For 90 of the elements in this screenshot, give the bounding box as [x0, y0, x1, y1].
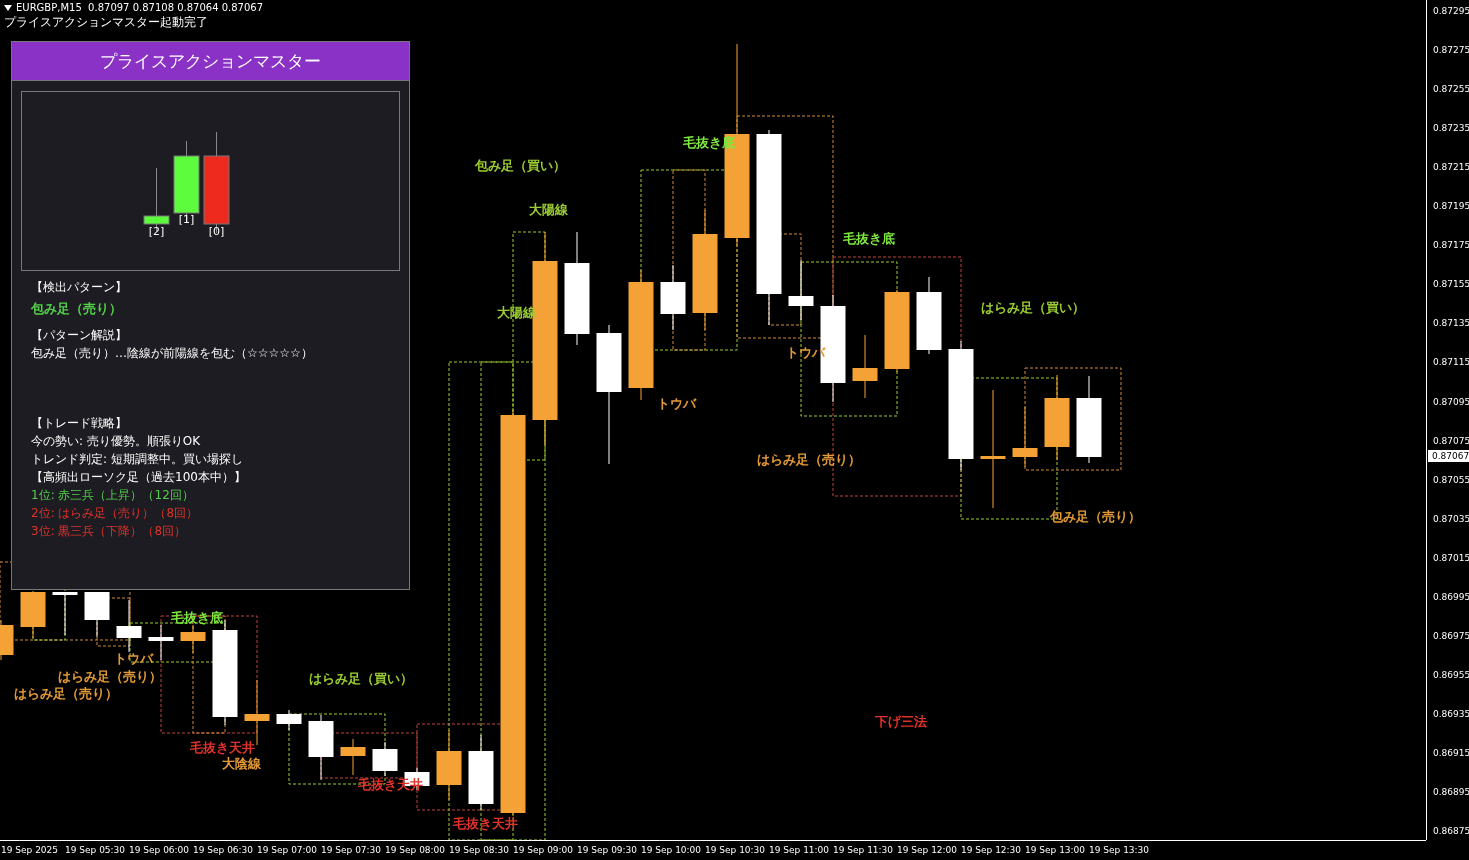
pattern-label: トウバ [657, 396, 696, 411]
price-label: 0.87135 [1433, 317, 1469, 331]
price-label: 0.86995 [1433, 590, 1469, 604]
pattern-label: 毛抜き天井 [190, 740, 255, 755]
pattern-label: はらみ足（売り） [14, 686, 118, 701]
candle [852, 334, 878, 399]
time-label: 19 Sep 09:30 [577, 845, 638, 855]
candle [660, 264, 686, 331]
section-heading: 【高頻出ローソク足（過去100本中）】 [31, 469, 246, 486]
ranking-item: 3位: 黒三兵（下降）（8回） [31, 523, 187, 540]
pattern-label: はらみ足（買い） [981, 300, 1085, 315]
pattern-explanation: 包み足（売り）…陰線が前陽線を包む（☆☆☆☆☆） [31, 345, 313, 362]
time-label: 19 Sep 11:30 [833, 845, 894, 855]
status-text: プライスアクションマスター起動完了 [4, 14, 209, 31]
candle [180, 624, 206, 654]
time-label: 19 Sep 07:30 [321, 845, 382, 855]
price-label: 0.86895 [1433, 786, 1469, 799]
pattern-label: 包み足（買い） [475, 158, 566, 173]
time-label: 19 Sep 12:30 [961, 845, 1022, 855]
strategy-text: 今の勢い: 売り優勢。順張りOK [31, 433, 201, 450]
price-label: 0.87035 [1433, 512, 1469, 526]
pattern-label: はらみ足（売り） [757, 452, 861, 467]
price-label: 0.86935 [1433, 707, 1469, 721]
caret-icon[interactable] [4, 4, 12, 11]
section-heading: 【トレード戦略】 [31, 415, 127, 432]
pattern-label: はらみ足（買い） [309, 671, 413, 686]
time-label: 19 Sep 06:30 [193, 845, 254, 855]
current-price-tag: 0.87067 [1428, 450, 1469, 462]
candle [372, 741, 398, 777]
candle [436, 729, 462, 801]
price-label: 0.87215 [1433, 161, 1469, 175]
time-label: 19 Sep 07:00 [257, 845, 318, 855]
price-label: 0.86955 [1433, 668, 1469, 682]
pattern-label: トウバ [114, 651, 153, 666]
price-label: 0.87275 [1433, 44, 1469, 58]
price-label: 0.87075 [1433, 434, 1469, 448]
time-label: 19 Sep 06:00 [129, 845, 190, 855]
pattern-label: 毛抜き底 [843, 231, 895, 246]
pattern-label: 毛抜き天井 [453, 816, 518, 831]
time-label: 19 Sep 10:00 [641, 845, 702, 855]
price-label: 0.86975 [1433, 629, 1469, 643]
candle [276, 709, 302, 731]
ranking-item: 1位: 赤三兵（上昇）（12回） [31, 487, 194, 504]
ranking-item: 2位: はらみ足（売り）（8回） [31, 505, 199, 522]
time-label: 19 Sep 08:00 [385, 845, 446, 855]
price-label: 0.87055 [1433, 473, 1469, 487]
time-label: 19 Sep 13:00 [1025, 845, 1086, 855]
time-label: 19 Sep 10:30 [705, 845, 766, 855]
time-label: 19 Sep 13:30 [1089, 845, 1150, 855]
pattern-label: 包み足（売り） [1050, 509, 1141, 524]
price-label: 0.87255 [1433, 83, 1469, 97]
candle [52, 591, 78, 636]
time-label: 19 Sep 12:00 [897, 845, 958, 855]
price-label: 0.87015 [1433, 551, 1469, 565]
candle-index: [2] [148, 225, 165, 238]
candle [308, 714, 334, 781]
pattern-label: 大陽線 [529, 202, 568, 217]
time-label: 19 Sep 09:00 [513, 845, 574, 855]
candle [0, 619, 14, 661]
price-label: 0.87175 [1433, 239, 1469, 253]
panel-title: プライスアクションマスター [12, 42, 409, 81]
candle [20, 591, 46, 639]
symbol-info: EURGBP,M15 0.87097 0.87108 0.87064 0.87067 [16, 2, 264, 13]
price-label: 0.86875 [1433, 825, 1469, 839]
price-label: 0.87195 [1433, 200, 1469, 214]
price-label: 0.87155 [1433, 278, 1469, 292]
price-label: 0.87095 [1433, 395, 1469, 409]
candle [116, 599, 142, 653]
time-label: 19 Sep 05:30 [65, 845, 126, 855]
time-label: 19 Sep 2025 [1, 845, 59, 855]
pattern-label: 毛抜き底 [171, 610, 223, 625]
candle [1012, 406, 1038, 468]
candle [340, 738, 366, 776]
candle [788, 259, 814, 321]
pattern-label: 下げ三法 [875, 714, 927, 729]
candle-index: [0] [208, 225, 225, 238]
section-heading: 【パターン解説】 [31, 327, 127, 344]
price-label: 0.87235 [1433, 122, 1469, 136]
time-label: 19 Sep 11:00 [769, 845, 830, 855]
price-label: 0.87115 [1433, 356, 1469, 370]
detected-pattern: 包み足（売り） [31, 300, 122, 318]
candle [84, 591, 110, 638]
price-label: 0.86915 [1433, 746, 1469, 760]
candle-index: [1] [178, 213, 195, 226]
price-label: 0.87295 [1433, 5, 1469, 18]
pattern-label: 大陰線 [222, 756, 261, 771]
strategy-text: トレンド判定: 短期調整中。買い場探し [31, 451, 243, 468]
pattern-label: はらみ足（売り） [58, 669, 162, 684]
time-label: 19 Sep 08:30 [449, 845, 510, 855]
section-heading: 【検出パターン】 [31, 279, 127, 296]
